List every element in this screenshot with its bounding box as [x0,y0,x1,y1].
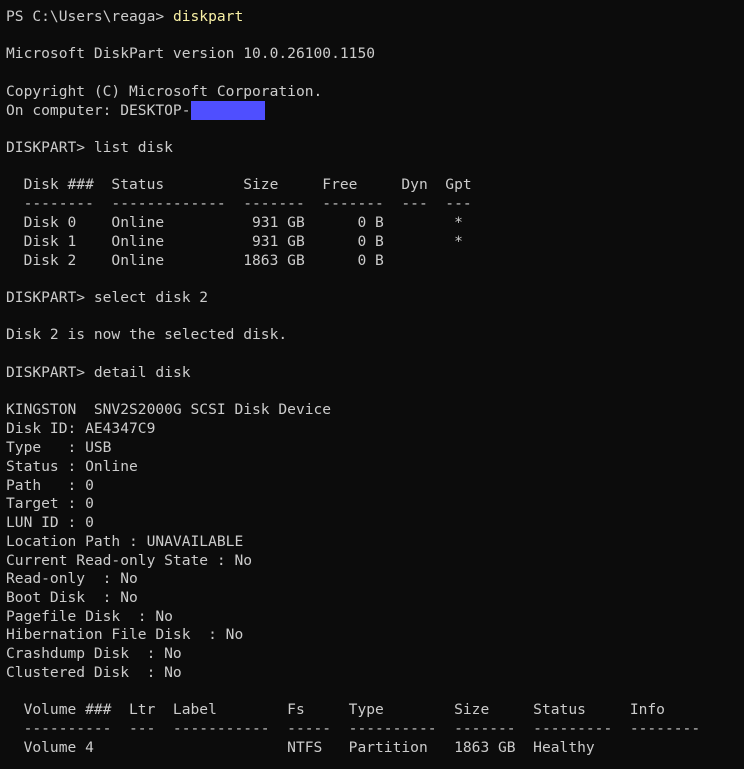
select-disk-command-line: DISKPART> select disk 2 [6,288,208,307]
ps-prompt: PS C:\Users\reaga> [6,8,173,25]
detail-line: KINGSTON SNV2S2000G SCSI Disk Device [6,401,332,418]
detail-line: Location Path : UNAVAILABLE [6,533,244,550]
command-list-disk: list disk [93,139,173,156]
detail-line: Clustered Disk : No [6,664,182,681]
detail-line: Boot Disk : No [6,589,138,606]
version-line: Microsoft DiskPart version 10.0.26100.11… [6,45,376,62]
list-disk-command-line: DISKPART> list disk [6,138,173,157]
disk-table-header: Disk ### Status Size Free Dyn Gpt [6,176,472,193]
computer-prefix: On computer: DESKTOP- [6,102,191,119]
disk-table-row: Disk 2 Online 1863 GB 0 B [6,252,384,269]
volume-table-separator: ---------- --- ----------- ----- -------… [6,720,701,737]
detail-line: Target : 0 [6,495,94,512]
volume-table-header: Volume ### Ltr Label Fs Type Size Status… [6,701,665,718]
detail-line: Type : USB [6,439,112,456]
ps-prompt-line: PS C:\Users\reaga> diskpart [6,7,243,26]
detail-line: Crashdump Disk : No [6,645,182,662]
diskpart-prompt: DISKPART> [6,289,94,306]
detail-disk-command-line: DISKPART> detail disk [6,363,191,382]
detail-line: Path : 0 [6,477,94,494]
command-diskpart: diskpart [172,8,244,25]
computer-line: On computer: DESKTOP- [6,101,265,120]
disk-table-row: Disk 1 Online 931 GB 0 B * [6,233,463,250]
diskpart-prompt: DISKPART> [6,139,94,156]
detail-line: Pagefile Disk : No [6,608,173,625]
detail-line: Status : Online [6,458,138,475]
detail-line: Current Read-only State : No [6,552,253,569]
redaction-block [190,101,265,120]
diskpart-prompt: DISKPART> [6,364,94,381]
detail-line: Read-only : No [6,570,138,587]
disk-table-separator: -------- ------------- ------- ------- -… [6,195,472,212]
detail-line: Hibernation File Disk : No [6,626,244,643]
select-disk-result: Disk 2 is now the selected disk. [6,326,288,343]
volume-table-row: Volume 4 NTFS Partition 1863 GB Healthy [6,739,595,756]
detail-line: Disk ID: AE4347C9 [6,420,156,437]
command-detail-disk: detail disk [93,364,191,381]
command-select-disk: select disk 2 [93,289,209,306]
detail-line: LUN ID : 0 [6,514,94,531]
disk-table-row: Disk 0 Online 931 GB 0 B * [6,214,463,231]
copyright-line: Copyright (C) Microsoft Corporation. [6,83,323,100]
terminal-window[interactable]: PS C:\Users\reaga> diskpart Microsoft Di… [0,0,744,769]
